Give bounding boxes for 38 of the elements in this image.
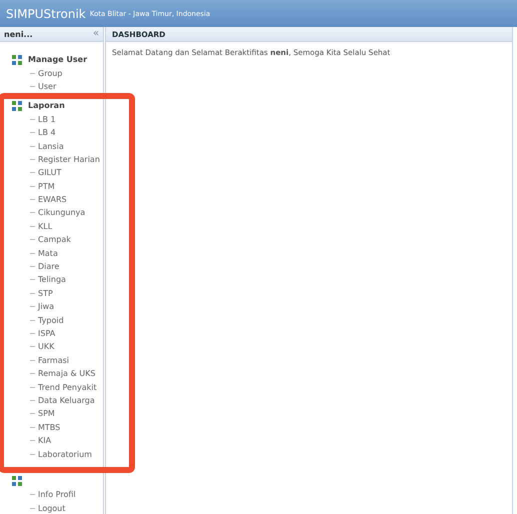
menu-item[interactable]: Jiwa — [38, 302, 54, 312]
menu-item[interactable]: KIA — [38, 436, 52, 446]
menu-item[interactable]: Group — [38, 68, 62, 78]
menu-item[interactable]: Data Keluarga — [38, 396, 95, 405]
app-title: SIMPUStronik — [6, 6, 86, 20]
menu-item[interactable]: ISPA — [38, 329, 56, 338]
menu-item[interactable]: EWARS — [38, 195, 67, 204]
menu-item[interactable]: Diare — [38, 262, 60, 272]
grid-icon — [12, 54, 22, 65]
menu-group-title[interactable]: Manage User — [28, 55, 88, 64]
menu-item[interactable]: Lansia — [38, 142, 64, 151]
menu-item[interactable]: UKK — [38, 342, 54, 352]
menu-item[interactable]: STP — [38, 288, 53, 298]
collapse-icon[interactable]: « — [92, 29, 99, 39]
menu-item[interactable]: Info Profil — [38, 490, 76, 500]
menu-item[interactable]: Mata — [38, 248, 58, 258]
menu-item[interactable]: User — [38, 82, 56, 91]
menu-item[interactable]: Logout — [38, 504, 66, 513]
menu-item[interactable]: Remaja & UKS — [38, 369, 96, 378]
menu-item[interactable]: LB 4 — [38, 128, 56, 138]
menu-group-title[interactable]: Laporan — [28, 101, 65, 110]
menu-item[interactable]: LB 1 — [38, 114, 56, 124]
menu-item[interactable]: Telinga — [38, 275, 66, 284]
menu-item[interactable]: Typoid — [38, 316, 64, 325]
menu-item[interactable]: SPM — [38, 409, 55, 418]
menu-item[interactable]: KLL — [38, 222, 52, 231]
menu-item[interactable]: PTM — [38, 182, 55, 191]
menu-item[interactable]: Cikungunya — [38, 208, 86, 218]
grid-icon — [12, 100, 22, 111]
menu-item[interactable]: MTBS — [38, 422, 60, 432]
menu-item[interactable]: Laboratorium — [38, 450, 92, 459]
grid-icon — [12, 476, 22, 486]
menu-item[interactable]: Register Harian — [38, 154, 100, 164]
menu-item[interactable]: Campak — [38, 235, 71, 244]
user-name: neni... — [4, 30, 33, 38]
menu-item[interactable]: GILUT — [38, 168, 62, 178]
menu-item[interactable]: Trend Penyakit — [38, 382, 97, 392]
menu-item[interactable]: Farmasi — [38, 356, 70, 365]
